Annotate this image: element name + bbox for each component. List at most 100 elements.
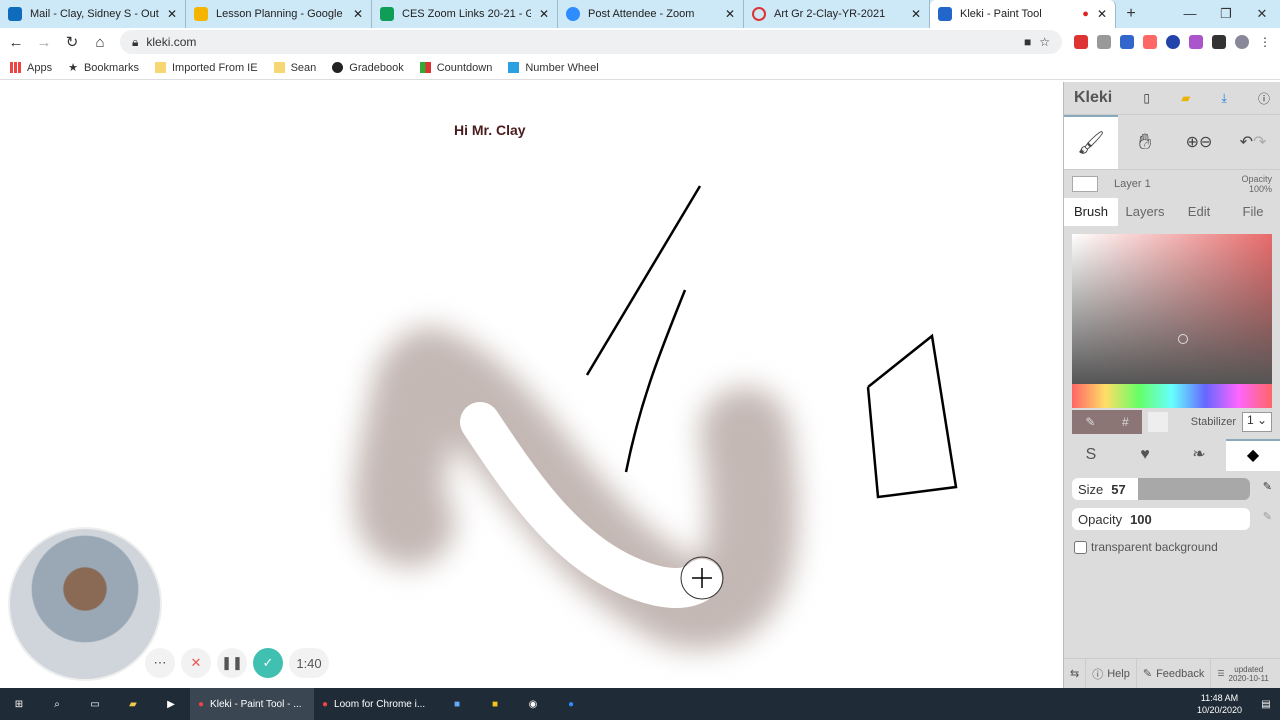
extension-icon[interactable] [1120, 35, 1134, 49]
bookmark-imported[interactable]: Imported From IE [154, 62, 258, 74]
app-button[interactable]: ■ [476, 688, 514, 720]
bookmark-bookmarks[interactable]: ★ Bookmarks [68, 61, 139, 75]
close-icon[interactable]: ✕ [1097, 7, 1107, 21]
tab-drive[interactable]: Lesson Planning - Google Drive ✕ [186, 0, 372, 28]
zoom-in-icon[interactable]: ⊕ [1186, 132, 1199, 152]
undo-redo[interactable]: ↶ ↷ [1226, 115, 1280, 169]
back-button[interactable]: ← [8, 34, 24, 51]
bookmark-apps[interactable]: Apps [10, 62, 52, 74]
size-slider[interactable]: Size 57 [1072, 478, 1250, 500]
forward-button[interactable]: → [36, 34, 52, 51]
home-button[interactable]: ⌂ [92, 34, 108, 51]
menu-icon[interactable]: ⋮ [1258, 35, 1272, 49]
word-button[interactable]: ■ [438, 688, 476, 720]
reload-button[interactable]: ↻ [64, 33, 80, 51]
bookmark-number-wheel[interactable]: Number Wheel [508, 62, 599, 74]
adblock-icon[interactable] [1074, 35, 1088, 49]
taskbar-app-kleki[interactable]: ● Kleki - Paint Tool - ... [190, 688, 314, 720]
more-button[interactable]: ⋯ [145, 648, 175, 678]
changelog-button[interactable]: ☰ updated 2020-10-11 [1211, 659, 1275, 688]
apps-grid-icon [10, 62, 21, 73]
new-file-icon[interactable]: ▯ [1143, 91, 1150, 105]
avatar[interactable] [1235, 35, 1249, 49]
redo-icon[interactable]: ↷ [1253, 132, 1266, 152]
cancel-recording-button[interactable]: ✕ [181, 648, 211, 678]
pressure-size-icon[interactable]: ✎ [1263, 480, 1272, 493]
puzzle-icon[interactable] [1212, 35, 1226, 49]
extension-icon[interactable] [1166, 35, 1180, 49]
brush-tool-button[interactable]: 🖌︎ [1064, 115, 1118, 169]
open-folder-icon[interactable]: ▰ [1181, 91, 1190, 105]
taskbar: ⊞ ⌕ ▭ ▰ ▶ ● Kleki - Paint Tool - ... ● Loo… [0, 688, 1280, 720]
undo-icon[interactable]: ↶ [1240, 132, 1253, 152]
close-icon[interactable]: ✕ [539, 7, 549, 21]
stabilizer-select[interactable]: 1 ⌄ [1242, 412, 1272, 432]
opacity-slider[interactable]: Opacity 100 [1072, 508, 1250, 530]
close-icon[interactable]: ✕ [167, 7, 177, 21]
task-view-button[interactable]: ▭ [76, 688, 114, 720]
extension-icon[interactable] [1189, 35, 1203, 49]
help-button[interactable]: ⓘ Help [1086, 659, 1137, 688]
close-window-button[interactable]: ✕ [1244, 0, 1280, 28]
media-app-button[interactable]: ▶ [152, 688, 190, 720]
close-icon[interactable]: ✕ [353, 7, 363, 21]
taskbar-app-loom[interactable]: ● Loom for Chrome i... [314, 688, 438, 720]
tab-art[interactable]: Art Gr 2-Clay-YR-2021 ✕ [744, 0, 930, 28]
tab-brush[interactable]: Brush [1064, 198, 1118, 226]
transparent-background-checkbox[interactable]: transparent background [1074, 540, 1270, 554]
layer-indicator[interactable]: Layer 1 Opacity 100% [1064, 170, 1280, 198]
tab-layers[interactable]: Layers [1118, 198, 1172, 226]
hue-slider[interactable] [1072, 384, 1272, 408]
color-picker[interactable] [1072, 234, 1272, 384]
file-explorer-button[interactable]: ▰ [114, 688, 152, 720]
secondary-color-swatch[interactable] [1148, 412, 1168, 432]
task-view-icon: ▭ [90, 698, 100, 710]
pressure-opacity-icon[interactable]: ✎ [1263, 510, 1272, 523]
eraser-button[interactable]: ◆ [1226, 439, 1280, 471]
minimize-button[interactable]: — [1172, 0, 1208, 28]
tab-file[interactable]: File [1226, 198, 1280, 226]
feedback-button[interactable]: ✎ Feedback [1137, 659, 1212, 688]
tab-sheets[interactable]: CES Zoom Links 20-21 - Google Sheets ✕ [372, 0, 558, 28]
url-field[interactable]: 🔒︎ kleki.com ■ ☆ [120, 30, 1062, 54]
camera-button[interactable]: ◉ [514, 688, 552, 720]
checkbox[interactable] [1074, 540, 1087, 554]
bookmark-gradebook[interactable]: Gradebook [332, 62, 404, 74]
tab-edit[interactable]: Edit [1172, 198, 1226, 226]
tab-kleki[interactable]: Kleki - Paint Tool ● ✕ [930, 0, 1116, 28]
zoom-app-button[interactable]: ● [552, 688, 590, 720]
finish-recording-button[interactable]: ✓ [253, 648, 283, 678]
bookmark-label: Countdown [436, 61, 493, 74]
pause-button[interactable]: ❚❚ [217, 648, 247, 678]
help-icon[interactable]: ⓘ [1258, 90, 1270, 107]
smudge-brush-button[interactable]: ❧ [1172, 440, 1226, 470]
notifications-button[interactable]: ▤ [1252, 688, 1280, 720]
start-button[interactable]: ⊞ [0, 688, 38, 720]
blend-brush-button[interactable]: ♥ [1118, 440, 1172, 470]
swap-sides-button[interactable]: ⇆ [1064, 659, 1087, 688]
tab-outlook[interactable]: Mail - Clay, Sidney S - Outlook ✕ [0, 0, 186, 28]
download-icon[interactable]: ⤓ [1222, 91, 1227, 106]
tab-zoom[interactable]: Post Attendee - Zoom ✕ [558, 0, 744, 28]
system-clock[interactable]: 11:48 AM 10/20/2020 [1187, 692, 1252, 716]
maximize-button[interactable]: ❐ [1208, 0, 1244, 28]
close-icon[interactable]: ✕ [725, 7, 735, 21]
extension-icon[interactable] [1143, 35, 1157, 49]
zoom-buttons[interactable]: ⊕ ⊖ [1172, 115, 1226, 169]
close-icon[interactable]: ✕ [911, 7, 921, 21]
tab-title: Art Gr 2-Clay-YR-2021 [774, 8, 886, 20]
zoom-out-icon[interactable]: ⊖ [1199, 132, 1212, 152]
hand-tool-button[interactable]: ✋︎ [1118, 115, 1172, 169]
star-icon[interactable]: ☆ [1039, 35, 1050, 49]
bookmark-sean[interactable]: Sean [273, 62, 316, 74]
camera-blocked-icon[interactable]: ■ [1024, 35, 1031, 49]
pen-brush-button[interactable]: S [1064, 440, 1118, 470]
hex-input-button[interactable]: # [1122, 415, 1129, 429]
eyedropper-icon[interactable]: ✎ [1085, 415, 1095, 429]
search-button[interactable]: ⌕ [38, 688, 76, 720]
webcam-bubble[interactable] [8, 527, 162, 681]
bookmark-countdown[interactable]: Countdown [419, 61, 493, 74]
new-tab-button[interactable]: + [1116, 0, 1146, 28]
extension-icon[interactable] [1097, 35, 1111, 49]
color-picker-handle[interactable] [1178, 334, 1188, 344]
